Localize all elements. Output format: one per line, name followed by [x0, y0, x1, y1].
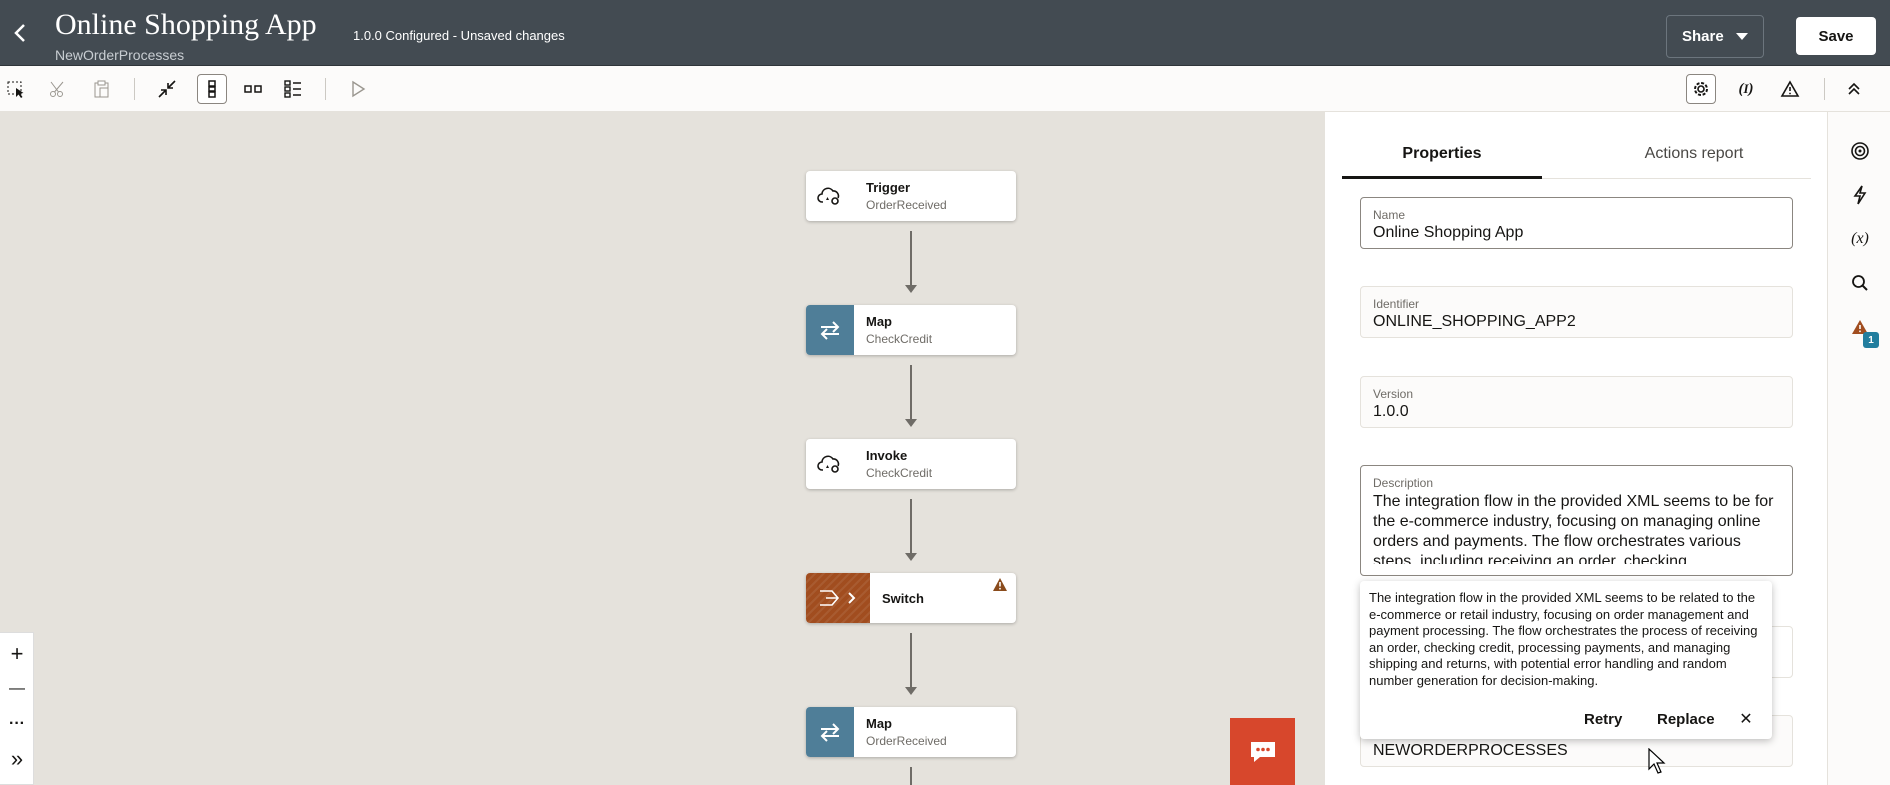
description-field[interactable]: Description The integration flow in the …: [1360, 465, 1793, 576]
right-icon-rail: (x) 1: [1827, 112, 1890, 785]
tab-properties[interactable]: Properties: [1342, 137, 1542, 179]
identifier-value: ONLINE_SHOPPING_APP2: [1373, 313, 1576, 330]
flow-canvas[interactable]: [0, 112, 1324, 785]
node-title: Map: [866, 716, 892, 731]
app-header: Online Shopping App NewOrderProcesses 1.…: [0, 0, 1890, 66]
version-status: 1.0.0 Configured - Unsaved changes: [353, 28, 565, 43]
cut-icon[interactable]: [43, 74, 73, 104]
node-subtitle: OrderReceived: [866, 198, 947, 212]
target-icon[interactable]: [1843, 134, 1877, 168]
canvas-toolbar: (I): [0, 66, 1890, 112]
node-title: Map: [866, 314, 892, 329]
settings-icon[interactable]: [1686, 74, 1716, 104]
expand-icon[interactable]: »: [0, 742, 34, 776]
node-subtitle: OrderReceived: [866, 734, 947, 748]
variables-icon[interactable]: (x): [1843, 222, 1877, 256]
warning-count-badge: 1: [1863, 332, 1879, 348]
replace-button[interactable]: Replace: [1657, 711, 1715, 728]
identifier-field: Identifier ONLINE_SHOPPING_APP2: [1360, 286, 1793, 338]
node-title: Trigger: [866, 180, 911, 195]
retry-button[interactable]: Retry: [1584, 711, 1622, 728]
chevron-down-icon: [1736, 33, 1748, 40]
lightning-icon[interactable]: [1843, 178, 1877, 212]
flow-node-trigger[interactable]: Trigger OrderReceived: [806, 171, 1016, 221]
warnings-icon[interactable]: 1: [1843, 310, 1879, 348]
node-title: Invoke: [866, 448, 908, 463]
project-name: NewOrderProcesses: [55, 47, 185, 63]
save-button[interactable]: Save: [1796, 17, 1876, 55]
map-arrows-icon: [806, 707, 854, 757]
cloud-icon: [806, 439, 854, 489]
cloud-icon: [806, 171, 854, 221]
name-value: Online Shopping App: [1373, 224, 1524, 241]
version-label: Version: [1373, 387, 1414, 401]
chat-assistant-button[interactable]: [1230, 718, 1295, 785]
run-icon[interactable]: [343, 74, 373, 104]
flow-node-switch[interactable]: Switch: [806, 573, 1016, 623]
search-icon[interactable]: [1843, 266, 1877, 300]
warning-icon[interactable]: [992, 577, 1008, 597]
map-arrows-icon: [806, 305, 854, 355]
flow-node-map-checkcredit[interactable]: Map CheckCredit: [806, 305, 1016, 355]
collapse-icon[interactable]: [152, 74, 182, 104]
tab-actions-report[interactable]: Actions report: [1577, 137, 1811, 179]
vertical-layout-icon[interactable]: [197, 74, 227, 104]
switch-icon: [806, 573, 870, 623]
page-title: Online Shopping App: [55, 8, 317, 41]
select-icon[interactable]: [1, 74, 31, 104]
zoom-controls: + — ··· »: [0, 632, 34, 785]
identifier-label: Identifier: [1373, 297, 1420, 311]
description-value[interactable]: The integration flow in the provided XML…: [1373, 492, 1780, 564]
warning-icon[interactable]: [1775, 74, 1805, 104]
share-label: Share: [1682, 28, 1724, 45]
package-value: NEWORDERPROCESSES: [1373, 742, 1568, 759]
zoom-out-button[interactable]: —: [0, 672, 34, 706]
description-label: Description: [1373, 476, 1434, 490]
back-icon[interactable]: [10, 22, 30, 46]
pseudo-layout-icon[interactable]: [278, 74, 308, 104]
version-field: Version 1.0.0: [1360, 376, 1793, 428]
name-field[interactable]: Name Online Shopping App: [1360, 197, 1793, 249]
name-label: Name: [1373, 208, 1406, 222]
flow-node-invoke[interactable]: Invoke CheckCredit: [806, 439, 1016, 489]
collapse-header-icon[interactable]: [1839, 74, 1869, 104]
node-title: Switch: [882, 590, 924, 606]
panel-tabs: Properties Actions report: [1342, 137, 1811, 179]
close-icon[interactable]: ✕: [1736, 709, 1756, 729]
share-button[interactable]: Share: [1666, 15, 1764, 58]
chat-icon: [1250, 741, 1275, 762]
horizontal-layout-icon[interactable]: [238, 74, 268, 104]
flow-node-map-orderreceived[interactable]: Map OrderReceived: [806, 707, 1016, 757]
node-subtitle: CheckCredit: [866, 332, 933, 346]
paste-icon[interactable]: [87, 74, 117, 104]
zoom-in-button[interactable]: +: [0, 637, 34, 671]
version-value: 1.0.0: [1373, 403, 1409, 420]
node-subtitle: CheckCredit: [866, 466, 933, 480]
ai-description-suggestion: The integration flow in the provided XML…: [1360, 581, 1772, 739]
more-icon[interactable]: ···: [0, 707, 34, 741]
suggestion-text: The integration flow in the provided XML…: [1369, 590, 1758, 688]
mouse-cursor-icon: [1648, 747, 1666, 781]
expression-icon[interactable]: (I): [1731, 74, 1761, 104]
